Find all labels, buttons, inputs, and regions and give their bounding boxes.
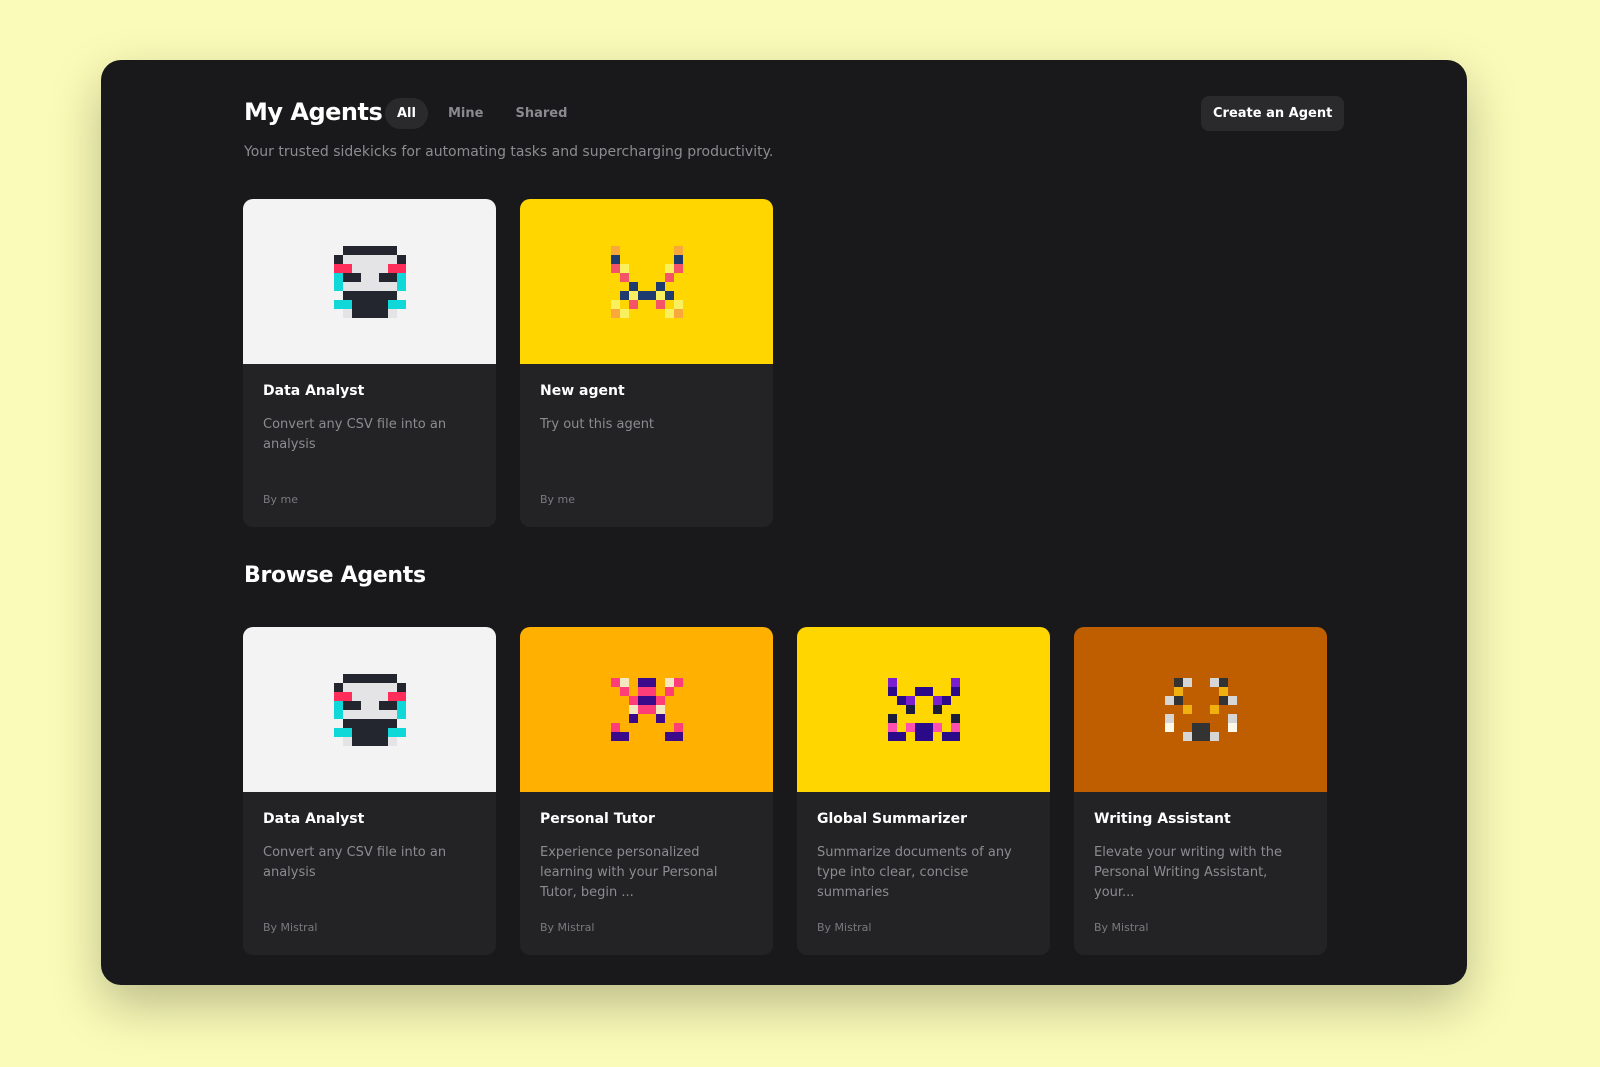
tab-mine[interactable]: Mine	[436, 98, 495, 129]
agent-thumbnail	[243, 199, 496, 364]
tab-shared[interactable]: Shared	[503, 98, 579, 129]
agent-thumbnail	[520, 627, 773, 792]
agent-name: Data Analyst	[263, 811, 365, 827]
agents-window: My Agents All Mine Shared Your trusted s…	[101, 60, 1467, 985]
filter-tabs: All Mine Shared	[385, 98, 579, 129]
browse-agents-list: Data Analyst Convert any CSV file into an…	[243, 627, 1327, 955]
agent-card[interactable]: Personal Tutor Experience personalized le…	[520, 627, 773, 955]
agent-card[interactable]: New agent Try out this agent By me	[520, 199, 773, 527]
agent-description: Experience personalized learning with yo…	[540, 845, 718, 900]
data-analyst-avatar-icon	[333, 673, 406, 746]
data-analyst-avatar-icon	[333, 245, 406, 318]
agent-name: Data Analyst	[263, 383, 365, 399]
page-title: My Agents	[244, 98, 383, 126]
agent-author: By me	[540, 493, 576, 506]
agent-author: By Mistral	[1094, 921, 1149, 934]
agent-card[interactable]: Data Analyst Convert any CSV file into an…	[243, 627, 496, 955]
agent-name: Global Summarizer	[817, 811, 967, 827]
agent-description: Convert any CSV file into an analysis	[263, 417, 447, 452]
agent-author: By Mistral	[817, 921, 872, 934]
agent-description: Summarize documents of any type into cle…	[817, 845, 1012, 900]
tab-all[interactable]: All	[385, 98, 428, 129]
personal-tutor-avatar-icon	[610, 678, 683, 741]
agent-description: Elevate your writing with the Personal W…	[1094, 845, 1283, 900]
my-agents-list: Data Analyst Convert any CSV file into an…	[243, 199, 773, 527]
agent-name: New agent	[540, 383, 625, 399]
agent-card[interactable]: Global Summarizer Summarize documents of …	[797, 627, 1050, 955]
agent-name: Personal Tutor	[540, 811, 655, 827]
agent-description: Convert any CSV file into an analysis	[263, 845, 447, 880]
agent-thumbnail	[243, 627, 496, 792]
agent-author: By me	[263, 493, 299, 506]
agent-thumbnail	[520, 199, 773, 364]
new-agent-avatar-icon	[610, 245, 683, 318]
agent-card[interactable]: Data Analyst Convert any CSV file into an…	[243, 199, 496, 527]
agent-author: By Mistral	[263, 921, 318, 934]
agent-card[interactable]: Writing Assistant Elevate your writing wi…	[1074, 627, 1327, 955]
agent-description: Try out this agent	[540, 417, 655, 432]
create-agent-button[interactable]: Create an Agent	[1201, 96, 1345, 131]
agent-thumbnail	[797, 627, 1050, 792]
agent-thumbnail	[1074, 627, 1327, 792]
agent-author: By Mistral	[540, 921, 595, 934]
browse-agents-heading: Browse Agents	[244, 563, 426, 588]
page-subtitle: Your trusted sidekicks for automating ta…	[244, 144, 774, 160]
agent-name: Writing Assistant	[1094, 811, 1231, 827]
writing-assistant-avatar-icon	[1164, 678, 1237, 741]
global-summarizer-avatar-icon	[887, 678, 960, 741]
